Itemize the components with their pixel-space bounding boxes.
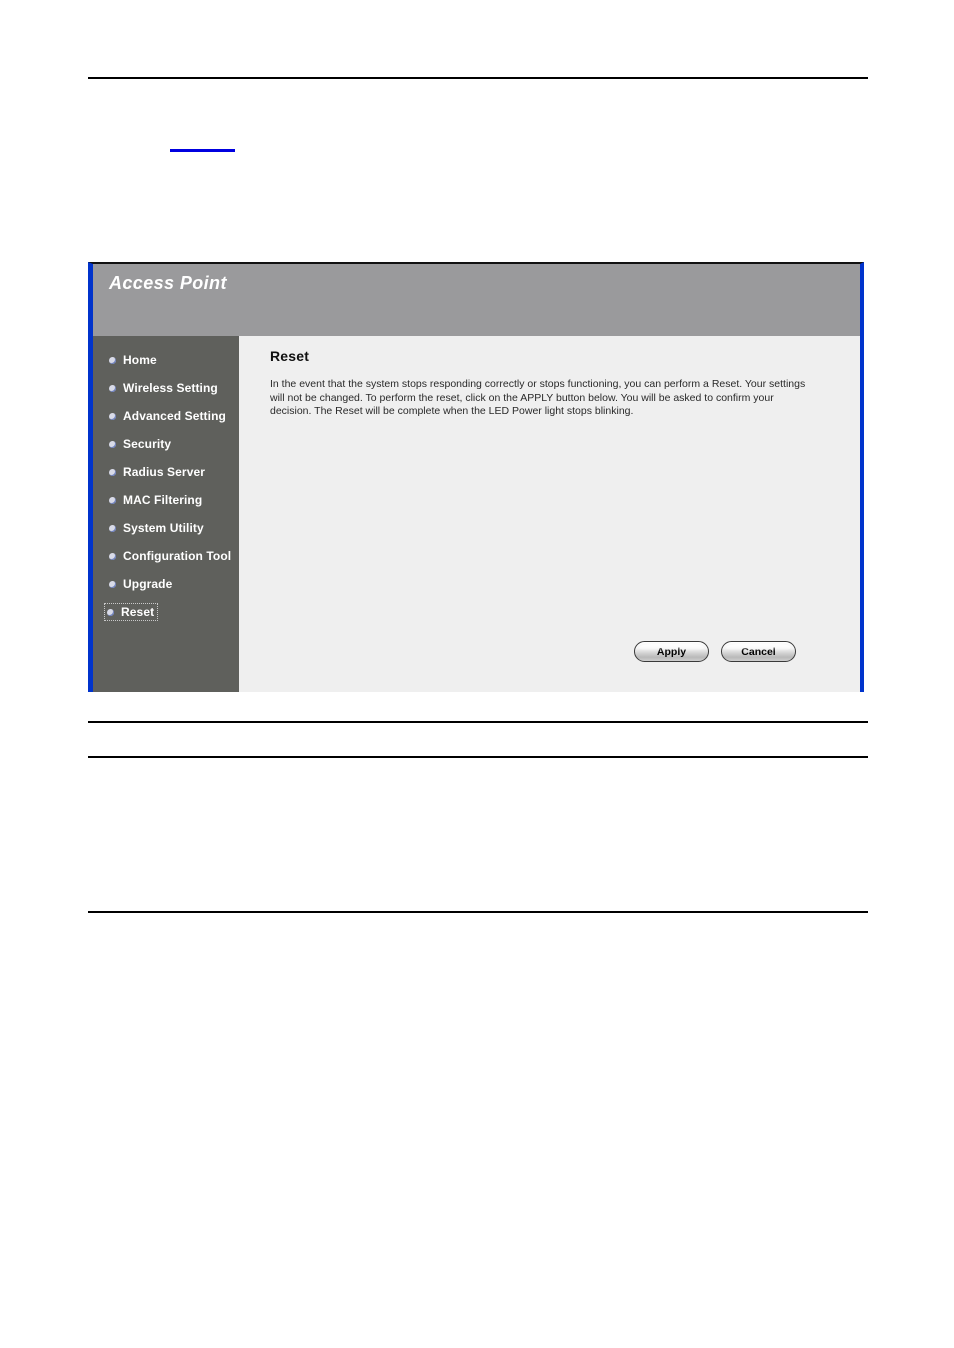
sidebar-item-label: MAC Filtering	[123, 493, 203, 507]
sidebar-item-reset[interactable]: Reset	[93, 598, 239, 626]
bullet-icon	[109, 356, 116, 364]
sidebar-item-advanced-setting[interactable]: Advanced Setting	[93, 402, 239, 430]
sidebar-item-home[interactable]: Home	[93, 346, 239, 374]
sidebar-item-security[interactable]: Security	[93, 430, 239, 458]
panel-body: Home Wireless Setting Advanced Setting S…	[93, 336, 860, 692]
sidebar-item-radius-server[interactable]: Radius Server	[93, 458, 239, 486]
apply-button[interactable]: Apply	[634, 641, 709, 662]
sidebar-item-label: System Utility	[123, 521, 204, 535]
description-text: In the event that the system stops respo…	[270, 378, 806, 417]
bullet-icon	[109, 496, 116, 504]
access-point-panel: Access Point Home Wireless Setting Advan…	[88, 262, 864, 692]
panel-title: Access Point	[109, 273, 227, 293]
panel-header: Access Point	[93, 264, 860, 336]
top-hyperlink[interactable]	[170, 133, 235, 152]
sidebar-item-label: Configuration Tool	[123, 549, 232, 563]
sidebar-item-upgrade[interactable]: Upgrade	[93, 570, 239, 598]
sidebar-item-label: Security	[123, 437, 172, 451]
sidebar-item-label: Upgrade	[123, 577, 173, 591]
cancel-button[interactable]: Cancel	[721, 641, 796, 662]
bullet-icon	[109, 384, 116, 392]
sidebar-item-label: Wireless Setting	[123, 381, 218, 395]
bullet-icon	[109, 552, 116, 560]
sidebar-item-system-utility[interactable]: System Utility	[93, 514, 239, 542]
bullet-icon	[109, 580, 116, 588]
page-rule-bottom	[88, 911, 868, 913]
button-row: Apply Cancel	[634, 641, 796, 662]
sidebar-item-label: Home	[123, 353, 157, 367]
bullet-icon	[109, 524, 116, 532]
sidebar-item-configuration-tool[interactable]: Configuration Tool	[93, 542, 239, 570]
sidebar-item-label: Advanced Setting	[123, 409, 226, 423]
page-rule-top	[88, 77, 868, 79]
bullet-icon	[109, 440, 116, 448]
sidebar-item-wireless-setting[interactable]: Wireless Setting	[93, 374, 239, 402]
bullet-icon	[109, 468, 116, 476]
sidebar-item-mac-filtering[interactable]: MAC Filtering	[93, 486, 239, 514]
page-title: Reset	[270, 348, 310, 364]
content-area: Reset In the event that the system stops…	[239, 336, 860, 692]
bullet-icon	[109, 412, 116, 420]
sidebar-item-label: Reset	[121, 605, 155, 619]
page-rule-middle-upper	[88, 721, 868, 723]
sidebar-item-label: Radius Server	[123, 465, 206, 479]
bullet-icon	[107, 608, 114, 616]
sidebar-nav: Home Wireless Setting Advanced Setting S…	[93, 336, 239, 692]
page-rule-middle-lower	[88, 756, 868, 758]
